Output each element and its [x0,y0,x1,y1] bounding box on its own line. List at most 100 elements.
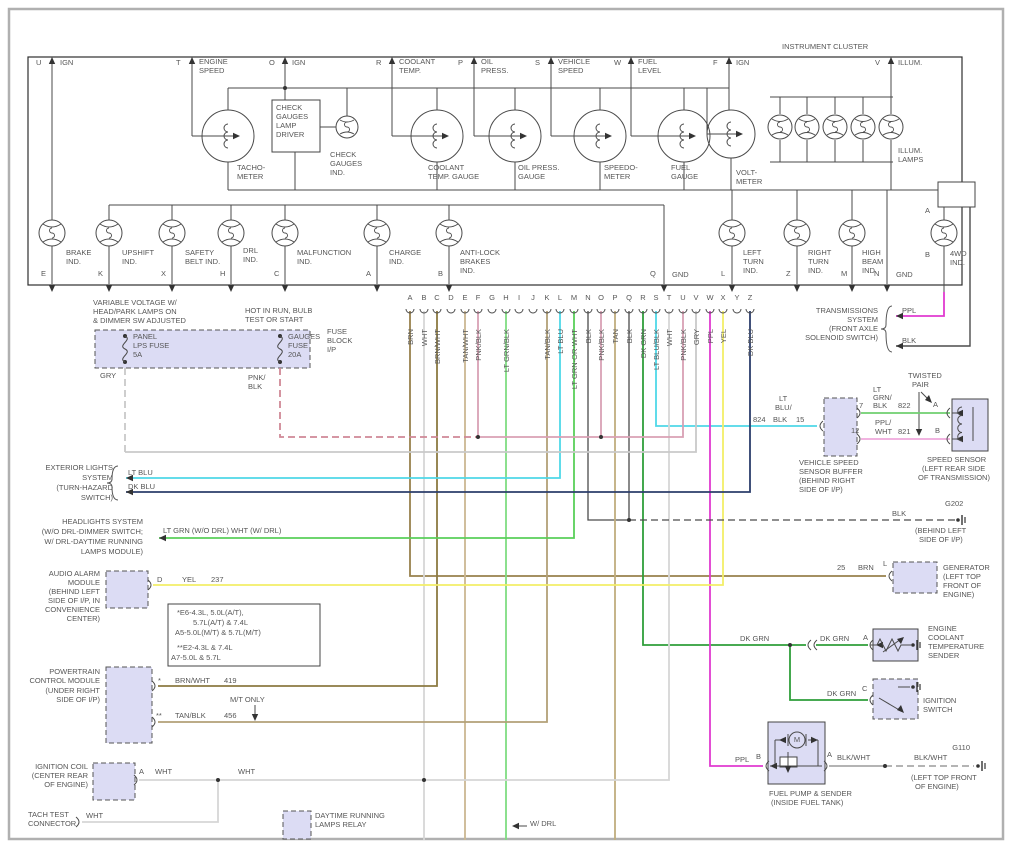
bulb-arc [843,239,861,242]
speed-sensor-box [952,399,988,451]
label: BLK [902,337,916,345]
label: (UNDER RIGHT [45,687,100,695]
label: W/ DRL-DAYTIME RUNNING [44,538,143,546]
label: IND. [330,169,345,177]
label: (LEFT TOP [943,573,981,581]
label: SAFETY [185,249,214,257]
label: 4WD [950,250,967,258]
label: CONTROL MODULE [29,677,100,685]
wire-color-label: BLK [625,329,634,343]
label: N [874,270,879,278]
bulb-filament [778,122,783,132]
label: R [376,59,381,67]
label: SPEED [199,67,224,75]
wire-color-label: PNK/BLK [597,329,606,361]
wiring-diagram-canvas: ABRNBWHTCBRN/WHTDETAN/WHTFPNK/BLKGHLT GR… [0,0,1012,848]
bulb-arc [163,224,181,227]
label: IND. [460,267,475,275]
label: CHARGE [389,249,421,257]
bulb-arc [799,133,815,136]
label: CONVENIENCE [45,606,100,614]
generator-box [893,562,937,593]
label: GAUGE [518,173,545,181]
label: A [863,634,868,642]
label: WHT [86,812,103,820]
label: METER [237,173,263,181]
label: IND. [66,258,81,266]
connector-pin-letter: I [518,293,520,302]
label: SIDE OF I/P) [919,536,963,544]
connector-pin-letter: L [558,293,562,302]
bulb-arc [935,239,953,242]
label: 7 [859,402,863,410]
right-arrowhead [520,133,527,139]
bulb-arc [368,224,386,227]
fuse-block-box [95,330,310,368]
bulb-arc [43,239,61,242]
label: ILLUM. [898,147,922,155]
label: ENGINE [199,58,228,66]
oil-press-gauge-label: OIL PRESS. [518,164,559,172]
label: BLK [248,383,262,391]
label: IND. [122,258,137,266]
label: W [614,59,621,67]
label: CENTER) [67,615,100,623]
generator-label: GENERATOR [943,564,990,572]
connector-pin-letter: B [421,293,426,302]
label: HEAD/PARK LAMPS ON [93,308,177,316]
label: L [721,270,725,278]
junction-dot [788,643,792,647]
connector-pin-letter: M [571,293,577,302]
label: LT BLU [128,469,153,477]
drl-relay-label: DAYTIME RUNNING [315,812,385,820]
label: (BEHIND LEFT [915,527,966,535]
label: BLK [892,510,906,518]
connector-pin-letter: O [598,293,604,302]
ground-symbol [911,643,915,647]
label: H [220,270,225,278]
wire-color-label: GRY [692,329,701,345]
label: TEMPERATURE [928,643,984,651]
wire-color-label: PNK/BLK [679,329,688,361]
down-arrowhead [446,285,452,292]
junction-dot [216,778,220,782]
bulb-arc [43,224,61,227]
label: IND. [243,256,258,264]
label: IGN [60,59,73,67]
label: G202 [945,500,963,508]
label: 237 [211,576,224,584]
connector-pin-letter: S [653,293,658,302]
wire-color-label: LT BLU/BLK [652,329,661,370]
fuel-pump-sender-box [768,722,825,784]
label: PPL [735,756,749,764]
tachometer-label: TACHO- [237,164,265,172]
label: TAN/BLK [175,712,206,720]
junction-dot [476,435,480,439]
label: 15 [796,416,804,424]
label: GAUGES [288,333,320,341]
wiring-diagram-page: ABRNBWHTCBRN/WHTDETAN/WHTFPNK/BLKGHLT GR… [0,0,1012,848]
label: COOLANT [928,634,964,642]
label: TEST OR START [245,316,303,324]
wire-color-label: WHT [665,329,674,346]
wire-color-label: PPL [706,329,715,343]
label: TWISTED [908,372,942,380]
right-arrowhead [442,133,449,139]
label: A5-5.0L(M/T) & 5.7L(M/T) [175,629,261,637]
label: B [438,270,443,278]
label: A [925,207,930,215]
label: W/ DRL [530,820,556,828]
audio-alarm-label: AUDIO ALARM [49,570,100,578]
label: (W/O DRL-DIMMER SWITCH; [42,528,143,536]
bulb-arc [772,133,788,136]
wire-w-ppl [710,311,763,766]
label: ANTI-LOCK [460,249,500,257]
label: B [935,427,940,435]
down-arrowhead [169,285,175,292]
label: Z [786,270,791,278]
label: VARIABLE VOLTAGE W/ [93,299,177,307]
label: PPL [902,307,916,315]
exterior-lights-label: EXTERIOR LIGHTS [45,464,113,472]
up-arrowhead [389,57,395,64]
label: ILLUM. [898,59,922,67]
